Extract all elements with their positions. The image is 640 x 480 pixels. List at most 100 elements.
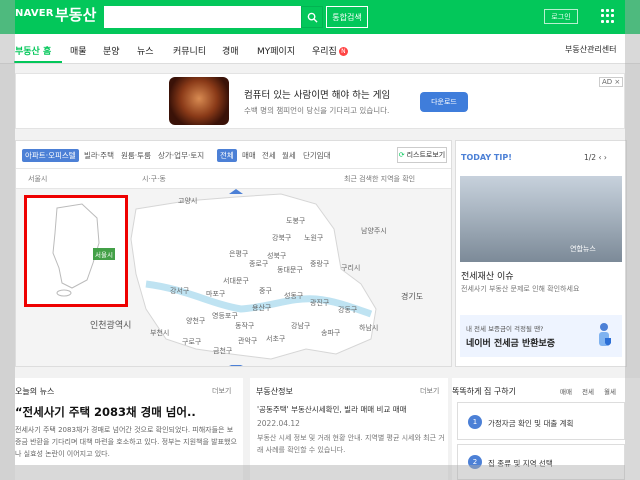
chip-all[interactable]: 전체 <box>217 149 237 162</box>
region-yeongdeungpo[interactable]: 영등포구 <box>212 311 238 321</box>
banner-image <box>169 77 229 125</box>
ad-banner[interactable]: 컴퓨터 있는 사람이면 해야 하는 게임 수백 명의 챔피언이 당신을 기다리고… <box>15 73 625 129</box>
region-seongdong[interactable]: 성동구 <box>284 291 303 301</box>
nav-listings[interactable]: 매물 <box>70 44 87 57</box>
home-guide-title: 똑똑하게 집 구하기 <box>452 387 516 396</box>
region-yangcheon[interactable]: 양천구 <box>186 316 205 326</box>
ad-close-badge[interactable]: AD × <box>599 77 624 87</box>
region-dongdaemun[interactable]: 동대문구 <box>277 265 303 275</box>
main-nav: 부동산 홈 매물 분양 뉴스 커뮤니티 경매 MY페이지 우리집 N 부동산관리센… <box>0 34 640 64</box>
property-type-tabs: 아파트·오피스텔 빌라·주택 원룸·투룸 상가·업무·토지 전체 매매 전세 월… <box>16 141 451 169</box>
region-nowon[interactable]: 노원구 <box>304 233 323 243</box>
chip-oneroom[interactable]: 원룸·투룸 <box>121 150 151 161</box>
nav-presale[interactable]: 분양 <box>103 44 120 57</box>
apps-grid-icon[interactable] <box>601 9 615 23</box>
realty-body: 부동산 시세 정보 및 거래 현황 안내. 지역별 평균 시세와 최근 거래 사… <box>257 434 445 454</box>
news-body: 전세사기 주택 2083채가 경매로 넘어간 것으로 확인되었다. 피해자들은 … <box>15 426 237 458</box>
today-tip-desc: 전세사기 부동산 문제로 인해 확인하세요 <box>461 285 580 293</box>
nav-news[interactable]: 뉴스 <box>137 44 154 57</box>
region-seongbuk[interactable]: 성북구 <box>267 251 286 261</box>
service-name[interactable]: 부동산 <box>55 4 96 25</box>
next-icon[interactable]: › <box>604 153 607 162</box>
realty-more-link[interactable]: 더보기 <box>420 386 439 396</box>
nav-home[interactable]: 부동산 홈 <box>15 44 51 57</box>
today-tip-panel: TODAY TIP! 1/2 ‹ › 연합뉴스 전세재산 이슈 전세사기 부동산… <box>455 140 627 367</box>
region-dongjak[interactable]: 동작구 <box>235 321 254 331</box>
region-dobong[interactable]: 도봉구 <box>286 216 305 226</box>
realty-date: 2022.04.12 <box>257 419 300 428</box>
region-seocho[interactable]: 서초구 <box>266 334 285 344</box>
region-seodaemun[interactable]: 서대문구 <box>223 276 249 286</box>
region-gangseo[interactable]: 강서구 <box>170 286 189 296</box>
chip-villa[interactable]: 빌라·주택 <box>84 150 114 161</box>
region-minimap[interactable]: 서울시 <box>24 195 128 307</box>
region-gwangjin[interactable]: 광진구 <box>310 298 329 308</box>
region-bucheon[interactable]: 부천시 <box>150 328 169 338</box>
region-jung[interactable]: 중구 <box>259 286 272 296</box>
region-yongsan[interactable]: 용산구 <box>252 303 271 313</box>
chip-commercial[interactable]: 상가·업무·토지 <box>158 150 204 161</box>
region-filter-row: 서울시 시·구·동 최근 검색한 지역을 확인 <box>16 169 451 189</box>
guide-step-1[interactable]: 1 가정자금 확인 및 대출 계획 <box>457 402 625 440</box>
faq-tab-sale[interactable]: 매매 <box>560 386 572 396</box>
search-input[interactable] <box>104 6 301 28</box>
region-hanam[interactable]: 하남시 <box>359 323 378 333</box>
today-tip-headline[interactable]: 전세재산 이슈 <box>461 269 514 282</box>
region-gyeonggi[interactable]: 경기도 <box>401 291 423 302</box>
refresh-icon: ⟳ <box>398 151 405 159</box>
region-jongno[interactable]: 종로구 <box>249 259 268 269</box>
today-tip-image[interactable]: 연합뉴스 <box>460 176 622 262</box>
region-guri[interactable]: 구리시 <box>341 263 360 273</box>
news-headline[interactable]: “전세사기 주택 2083채 경매 넘어.. <box>15 404 196 420</box>
chip-sale[interactable]: 매매 <box>242 150 256 161</box>
faq-tab-monthly[interactable]: 월세 <box>604 386 616 396</box>
step-number-2: 2 <box>468 455 482 469</box>
unified-search-button[interactable]: 통합검색 <box>326 6 368 28</box>
jeonse-guarantee-promo[interactable]: 내 전세 보증금이 걱정될 땐? 네이버 전세금 반환보증 <box>460 315 622 357</box>
search-button[interactable] <box>301 6 323 28</box>
top-bar: NAVER 부동산 통합검색 로그인 <box>0 0 640 34</box>
chip-apartment[interactable]: 아파트·오피스텔 <box>22 149 79 162</box>
news-more-link[interactable]: 더보기 <box>212 386 231 396</box>
realty-center-link[interactable]: 부동산관리센터 <box>565 44 617 55</box>
region-gangbuk[interactable]: 강북구 <box>272 233 291 243</box>
prev-icon[interactable]: ‹ <box>598 153 601 162</box>
region-gangdong[interactable]: 강동구 <box>338 305 357 315</box>
minimap-seoul-tag[interactable]: 서울시 <box>93 248 115 260</box>
region-gangnam[interactable]: 강남구 <box>291 321 310 331</box>
promo-big-text: 네이버 전세금 반환보증 <box>466 339 556 349</box>
chip-shortterm[interactable]: 단기임대 <box>303 150 331 161</box>
banner-download-button[interactable]: 다운로드 <box>420 92 468 112</box>
login-button[interactable]: 로그인 <box>544 9 578 24</box>
naver-logo[interactable]: NAVER <box>15 8 54 19</box>
list-view-button[interactable]: ⟳ 리스트로보기 <box>397 147 447 163</box>
nav-mypage[interactable]: MY페이지 <box>257 44 295 57</box>
faq-tab-jeonse[interactable]: 전세 <box>582 386 594 396</box>
today-tip-pager: 1/2 ‹ › <box>584 153 607 162</box>
region-songpa[interactable]: 송파구 <box>321 328 340 338</box>
region-mapo[interactable]: 마포구 <box>206 289 225 299</box>
region-guro[interactable]: 구로구 <box>182 337 201 347</box>
nav-myhome[interactable]: 우리집 N <box>312 44 348 57</box>
guide-step-2[interactable]: 2 집 종류 및 지역 선택 <box>457 444 625 480</box>
filter-district[interactable]: 시·구·동 <box>142 174 166 184</box>
region-namyangju[interactable]: 남양주시 <box>361 226 387 236</box>
region-goyang[interactable]: 고양시 <box>178 196 197 206</box>
realty-headline[interactable]: '공동주택' 부동산시세확인, 빌라 매매 비교 매매 <box>257 404 447 416</box>
filter-city[interactable]: 서울시 <box>28 174 47 184</box>
step-text-2: 집 종류 및 지역 선택 <box>488 459 553 468</box>
list-view-label: 리스트로보기 <box>406 151 446 159</box>
region-geumcheon[interactable]: 금천구 <box>213 346 232 356</box>
promo-small-text: 내 전세 보증금이 걱정될 땐? <box>466 325 544 333</box>
region-incheon[interactable]: 인천광역시 <box>90 318 131 331</box>
banner-title: 컴퓨터 있는 사람이면 해야 하는 게임 <box>244 90 391 101</box>
realty-section-title: 부동산정보 <box>256 387 293 396</box>
nav-auction[interactable]: 경매 <box>222 44 239 57</box>
nav-community[interactable]: 커뮤니티 <box>173 44 206 57</box>
region-eunpyeong[interactable]: 은평구 <box>229 249 248 259</box>
filter-recent[interactable]: 최근 검색한 지역을 확인 <box>344 174 415 184</box>
chip-monthly[interactable]: 월세 <box>282 150 296 161</box>
region-gwanak[interactable]: 관악구 <box>238 336 257 346</box>
chip-jeonse[interactable]: 전세 <box>262 150 276 161</box>
region-jungnang[interactable]: 중랑구 <box>310 259 329 269</box>
